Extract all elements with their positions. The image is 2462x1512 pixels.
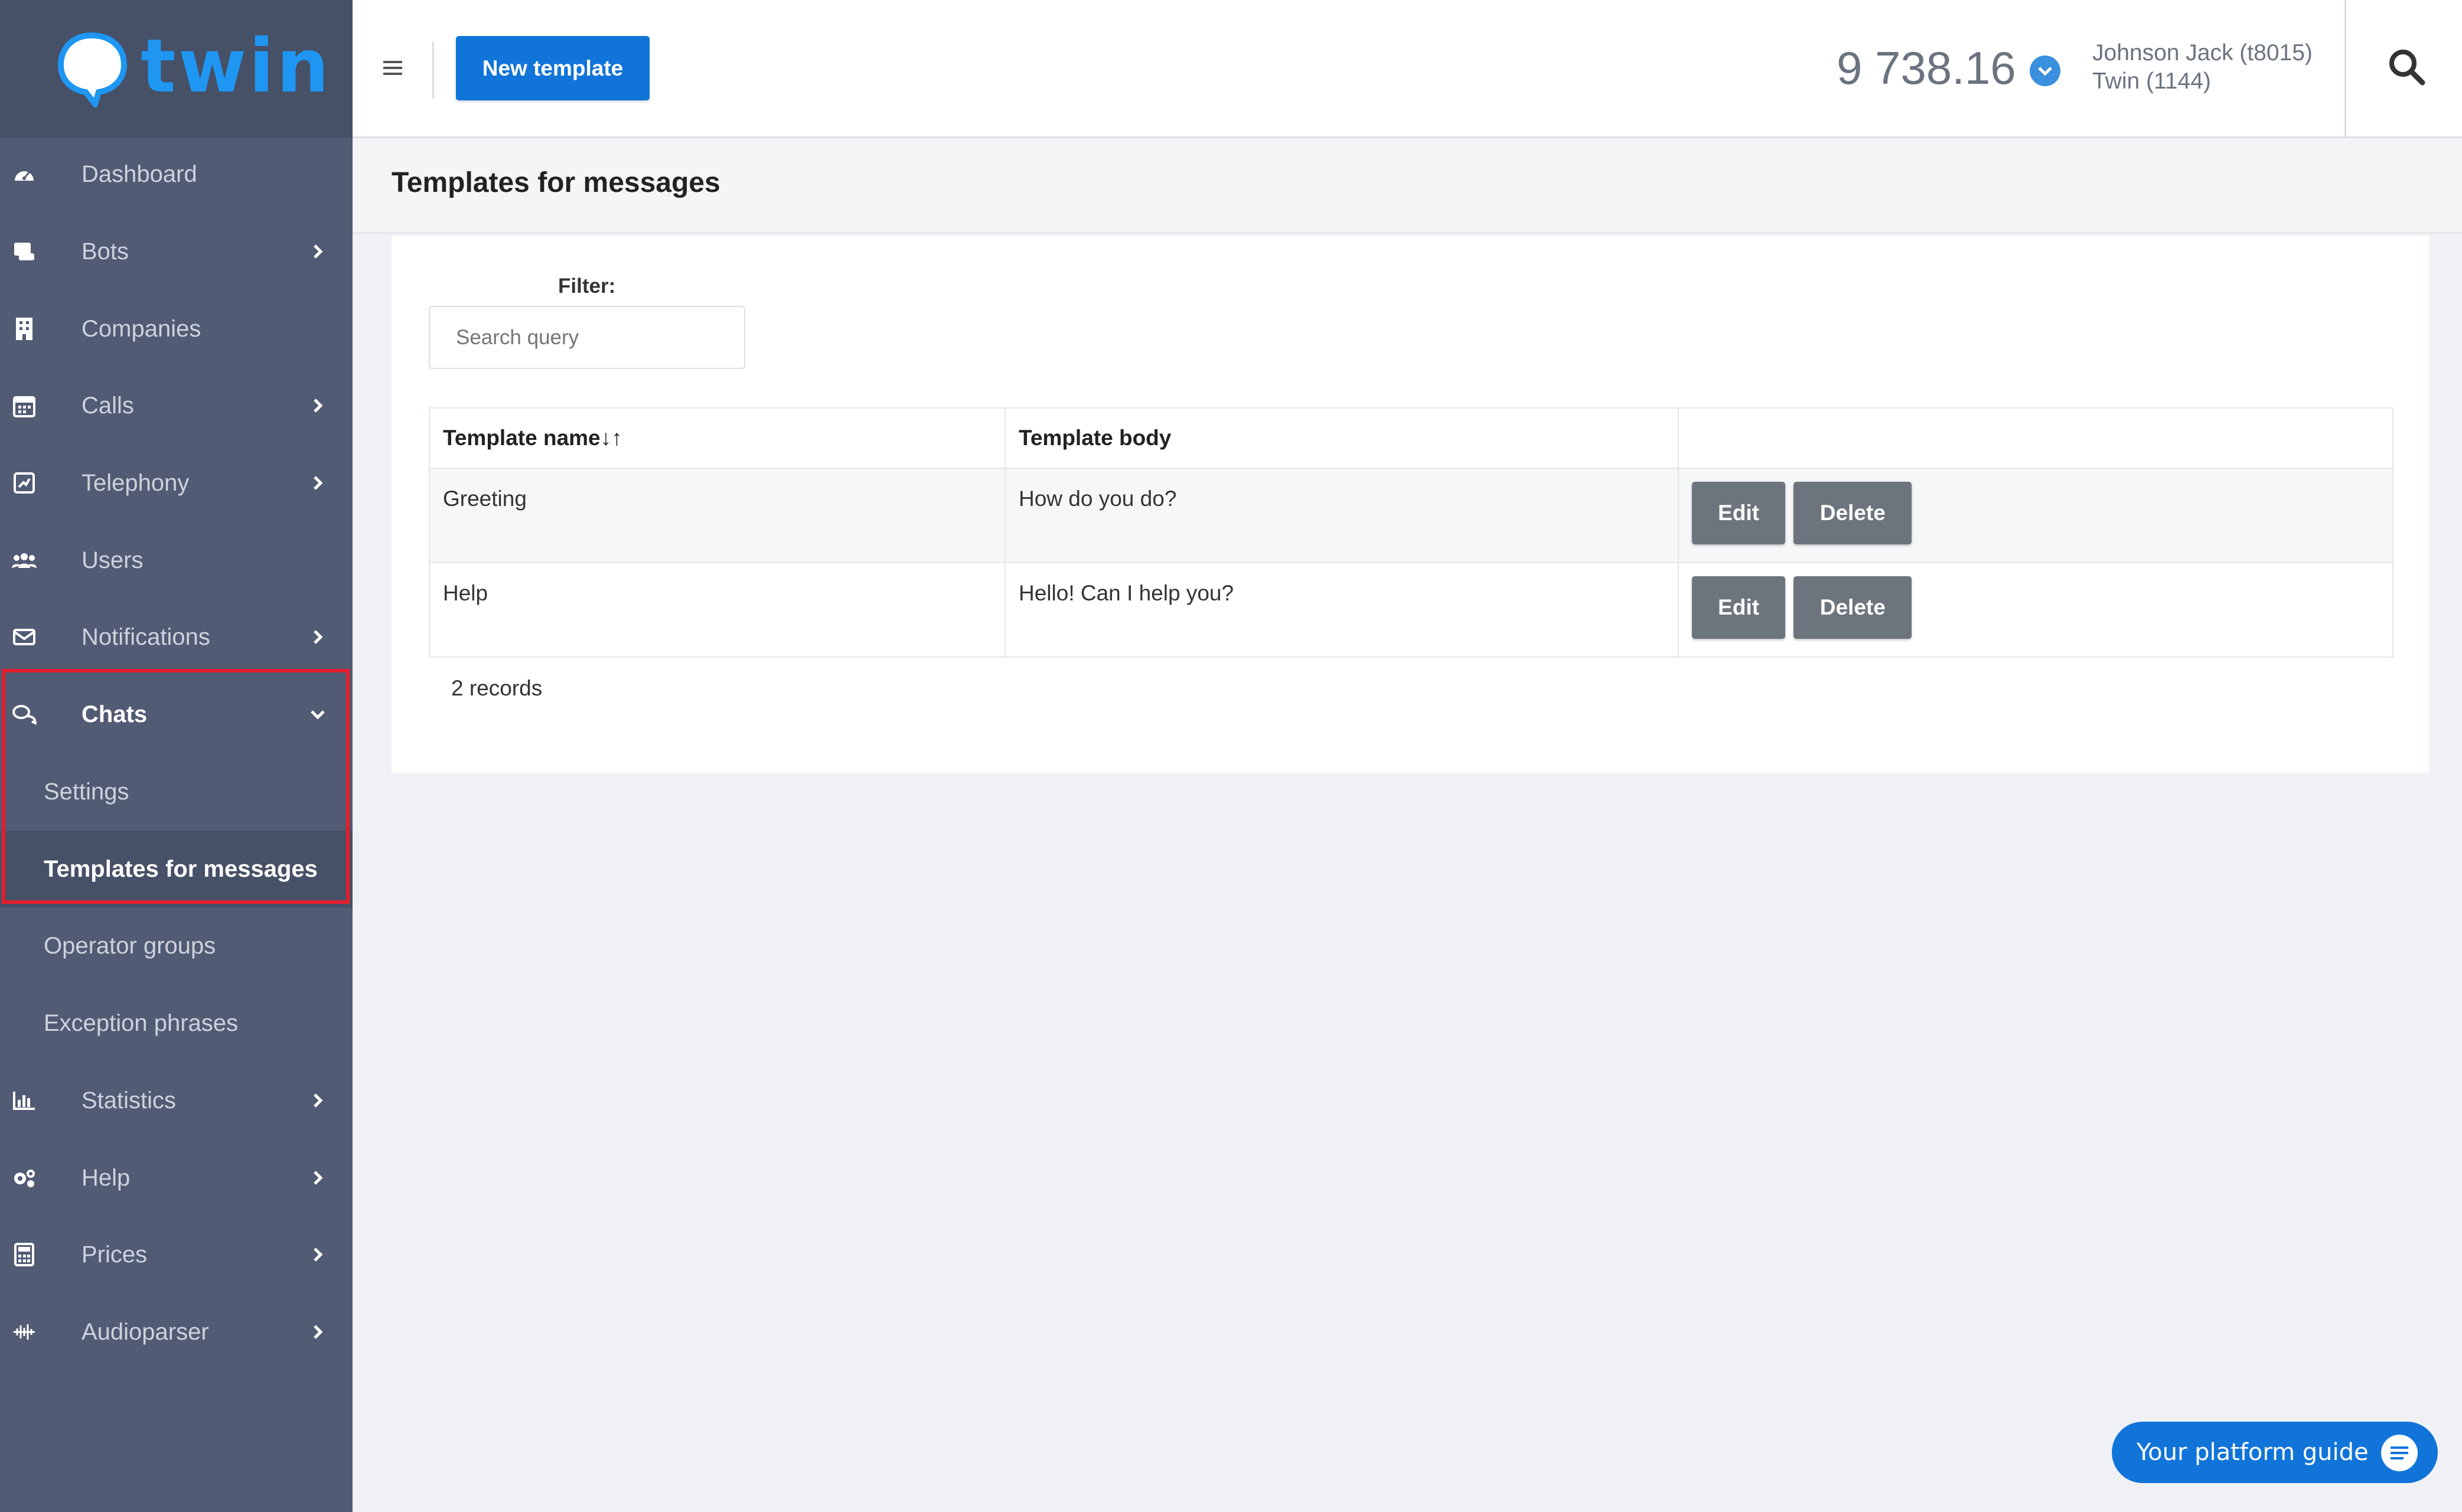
logo-text: twin (141, 24, 332, 109)
sidebar-subitem-label: Operator groups (44, 932, 216, 959)
sidebar-item-users[interactable]: Users (0, 522, 353, 599)
chat-bubble-logo-icon (57, 32, 128, 107)
gears-icon (11, 1164, 38, 1191)
sidebar-item-statistics[interactable]: Statistics (0, 1062, 353, 1139)
user-company[interactable]: Twin (1144) (2092, 68, 2211, 94)
sidebar: twin Dashboard Bots Companies Calls Tele… (0, 0, 353, 1512)
table-row: Help Hello! Can I help you? Edit Delete (429, 562, 2393, 658)
sidebar-item-label: Users (81, 547, 144, 573)
sidebar-item-label: Notifications (81, 623, 210, 650)
platform-guide-button[interactable]: Your platform guide (2112, 1422, 2438, 1483)
records-count: 2 records (451, 676, 543, 700)
delete-button[interactable]: Delete (1793, 576, 1912, 639)
logo[interactable]: twin (0, 0, 353, 138)
edit-button[interactable]: Edit (1692, 576, 1785, 639)
chevron-right-icon (306, 625, 330, 649)
page-title: Templates for messages (392, 167, 720, 198)
sidebar-item-calls[interactable]: Calls (0, 367, 353, 444)
sidebar-item-notifications[interactable]: Notifications (0, 599, 353, 675)
sidebar-item-label: Telephony (81, 469, 190, 496)
divider (2344, 0, 2346, 138)
sidebar-subitem-operator-groups[interactable]: Operator groups (0, 907, 353, 984)
sidebar-item-help[interactable]: Help (0, 1139, 353, 1216)
sidebar-item-label: Calls (81, 392, 134, 419)
sidebar-item-bots[interactable]: Bots (0, 213, 353, 290)
delete-button[interactable]: Delete (1793, 482, 1912, 544)
template-name-cell: Greeting (429, 468, 1006, 563)
templates-table: Template name↓↑ Template body Greeting H… (429, 407, 2393, 658)
sort-icon[interactable]: ↓↑ (601, 426, 622, 450)
search-input[interactable] (429, 306, 745, 369)
sidebar-item-audioparser[interactable]: Audioparser (0, 1294, 353, 1370)
template-name-cell: Help (429, 562, 1006, 658)
column-header-template-body: Template body (1005, 407, 1679, 469)
waveform-icon (11, 1318, 38, 1346)
table-row: Greeting How do you do? Edit Delete (429, 468, 2393, 563)
template-body-cell: Hello! Can I help you? (1005, 562, 1679, 658)
chart-icon (11, 1087, 38, 1114)
column-header-actions (1678, 407, 2393, 469)
sidebar-subitem-exception-phrases[interactable]: Exception phrases (0, 985, 353, 1062)
chevron-right-icon (306, 1320, 330, 1344)
dashboard-icon (11, 161, 38, 188)
chevron-right-icon (306, 471, 330, 495)
sidebar-subitem-label: Exception phrases (44, 1010, 239, 1036)
filter-label: Filter: (558, 275, 616, 298)
telephony-icon (11, 469, 38, 497)
search-icon[interactable] (2386, 46, 2427, 87)
chevron-right-icon (306, 394, 330, 417)
sidebar-item-label: Bots (81, 238, 129, 264)
actions-cell: Edit Delete (1678, 468, 2393, 563)
bot-icon (11, 238, 38, 265)
divider (432, 41, 434, 98)
chevron-right-icon (306, 1089, 330, 1112)
hamburger-menu-icon[interactable] (381, 56, 405, 80)
sidebar-item-label: Statistics (81, 1087, 177, 1113)
balance-dropdown-icon[interactable] (2030, 55, 2060, 86)
balance-value: 9 738.16 (1837, 42, 2016, 94)
users-icon (11, 547, 38, 574)
sidebar-item-telephony[interactable]: Telephony (0, 445, 353, 521)
sidebar-item-label: Companies (81, 315, 201, 342)
sidebar-item-label: Help (81, 1164, 131, 1191)
calculator-icon (11, 1241, 38, 1268)
sidebar-item-prices[interactable]: Prices (0, 1216, 353, 1293)
new-template-button[interactable]: New template (456, 36, 650, 100)
calendar-icon (11, 392, 38, 419)
sidebar-item-dashboard[interactable]: Dashboard (0, 136, 353, 213)
chats-highlight-box (2, 669, 350, 904)
chat-icon (2381, 1435, 2418, 1471)
table-header-row: Template name↓↑ Template body (429, 407, 2393, 469)
edit-button[interactable]: Edit (1692, 482, 1785, 544)
sidebar-item-label: Dashboard (81, 161, 197, 187)
sidebar-item-label: Prices (81, 1241, 148, 1268)
sidebar-item-label: Audioparser (81, 1318, 209, 1345)
sidebar-item-companies[interactable]: Companies (0, 290, 353, 367)
template-body-cell: How do you do? (1005, 468, 1679, 563)
chevron-right-icon (306, 1166, 330, 1190)
envelope-icon (11, 623, 38, 651)
chevron-right-icon (306, 1243, 330, 1266)
user-name[interactable]: Johnson Jack (t8015) (2092, 40, 2313, 66)
column-header-template-name[interactable]: Template name↓↑ (429, 407, 1006, 469)
building-icon (11, 315, 38, 342)
platform-guide-label: Your platform guide (2137, 1439, 2369, 1466)
actions-cell: Edit Delete (1678, 562, 2393, 658)
chevron-right-icon (306, 240, 330, 263)
